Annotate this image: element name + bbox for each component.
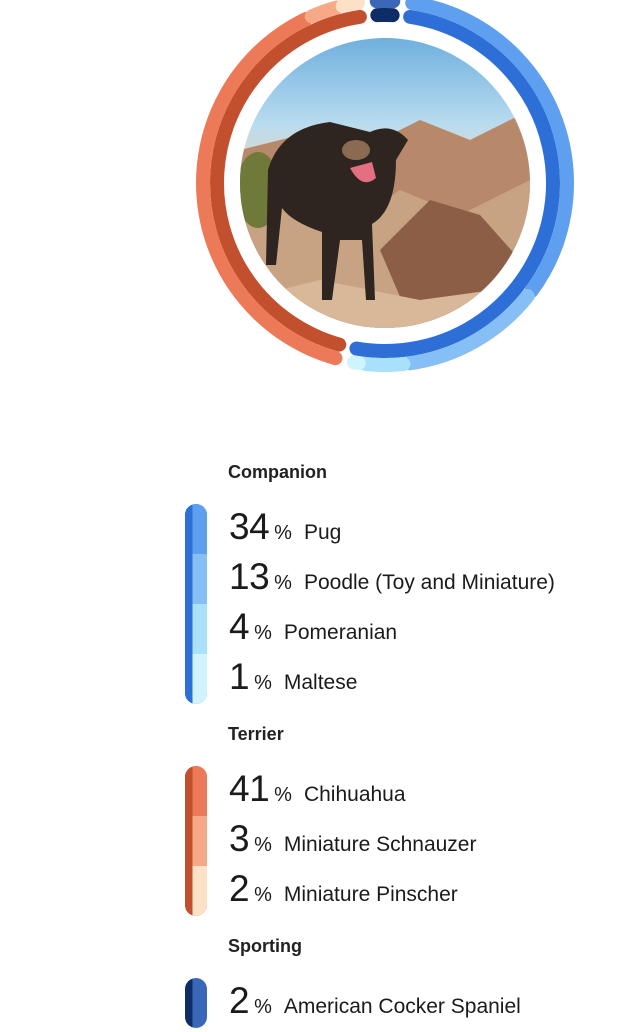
group-bar-terrier: [185, 766, 207, 916]
group-title-companion: Companion: [228, 462, 327, 482]
breed-row: 41% Chihuahua: [229, 768, 406, 818]
breed-name: Pomeranian: [283, 621, 398, 644]
breed-percent: 34: [229, 506, 270, 547]
bar-segment: [185, 766, 207, 816]
percent-sign: %: [274, 522, 292, 544]
group-terrier: Terrier 41% Chihuahua 3% Miniature Schnauze…: [185, 724, 625, 924]
group-title-sporting: Sporting: [228, 936, 302, 956]
percent-sign: %: [254, 834, 272, 856]
breed-row: 2% Miniature Pinscher: [229, 868, 458, 918]
breed-name: Poodle (Toy and Miniature): [303, 571, 555, 594]
breed-donut-chart: [196, 0, 574, 372]
breed-name: American Cocker Spaniel: [283, 995, 521, 1018]
breed-percent: 2: [229, 980, 250, 1021]
dog-photo: [240, 38, 530, 328]
bar-segment: [185, 866, 207, 916]
breed-name: Pug: [303, 521, 342, 544]
donut-breed-arc: [304, 0, 344, 24]
group-title-terrier: Terrier: [228, 724, 284, 744]
breed-row: 13% Poodle (Toy and Miniature): [229, 556, 555, 606]
breed-name: Miniature Schnauzer: [283, 833, 477, 856]
breed-percent: 1: [229, 656, 250, 697]
group-sporting: Sporting 2% American Cocker Spaniel: [185, 936, 625, 1032]
donut-breed-arc: [335, 0, 365, 13]
bar-segment: [185, 554, 207, 604]
breed-name: Maltese: [283, 671, 358, 694]
donut-breed-arc: [358, 356, 411, 372]
breed-name: Miniature Pinscher: [283, 883, 458, 906]
group-bar-sporting: [185, 978, 207, 1028]
breed-row: 34% Pug: [229, 506, 341, 556]
percent-sign: %: [274, 784, 292, 806]
breed-row: 3% Miniature Schnauzer: [229, 818, 476, 868]
percent-sign: %: [274, 572, 292, 594]
breed-percent: 3: [229, 818, 250, 859]
bar-segment: [185, 978, 207, 1028]
percent-sign: %: [254, 622, 272, 644]
bar-segment: [185, 504, 207, 554]
breed-name: Chihuahua: [303, 783, 406, 806]
bar-segment: [185, 604, 207, 654]
breed-percent: 2: [229, 868, 250, 909]
group-companion: Companion 34% Pug 13% Poodle (Toy and Minia…: [185, 462, 625, 712]
percent-sign: %: [254, 996, 272, 1018]
breed-percent: 13: [229, 556, 270, 597]
donut-breed-arc: [347, 355, 366, 371]
breed-row: 1% Maltese: [229, 656, 357, 706]
bar-segment: [185, 654, 207, 704]
bar-segment: [185, 816, 207, 866]
group-bar-companion: [185, 504, 207, 704]
breed-percent: 4: [229, 606, 250, 647]
breed-row: 4% Pomeranian: [229, 606, 397, 656]
breed-row: 2% American Cocker Spaniel: [229, 980, 521, 1030]
breed-percent: 41: [229, 768, 270, 809]
percent-sign: %: [254, 884, 272, 906]
percent-sign: %: [254, 672, 272, 694]
